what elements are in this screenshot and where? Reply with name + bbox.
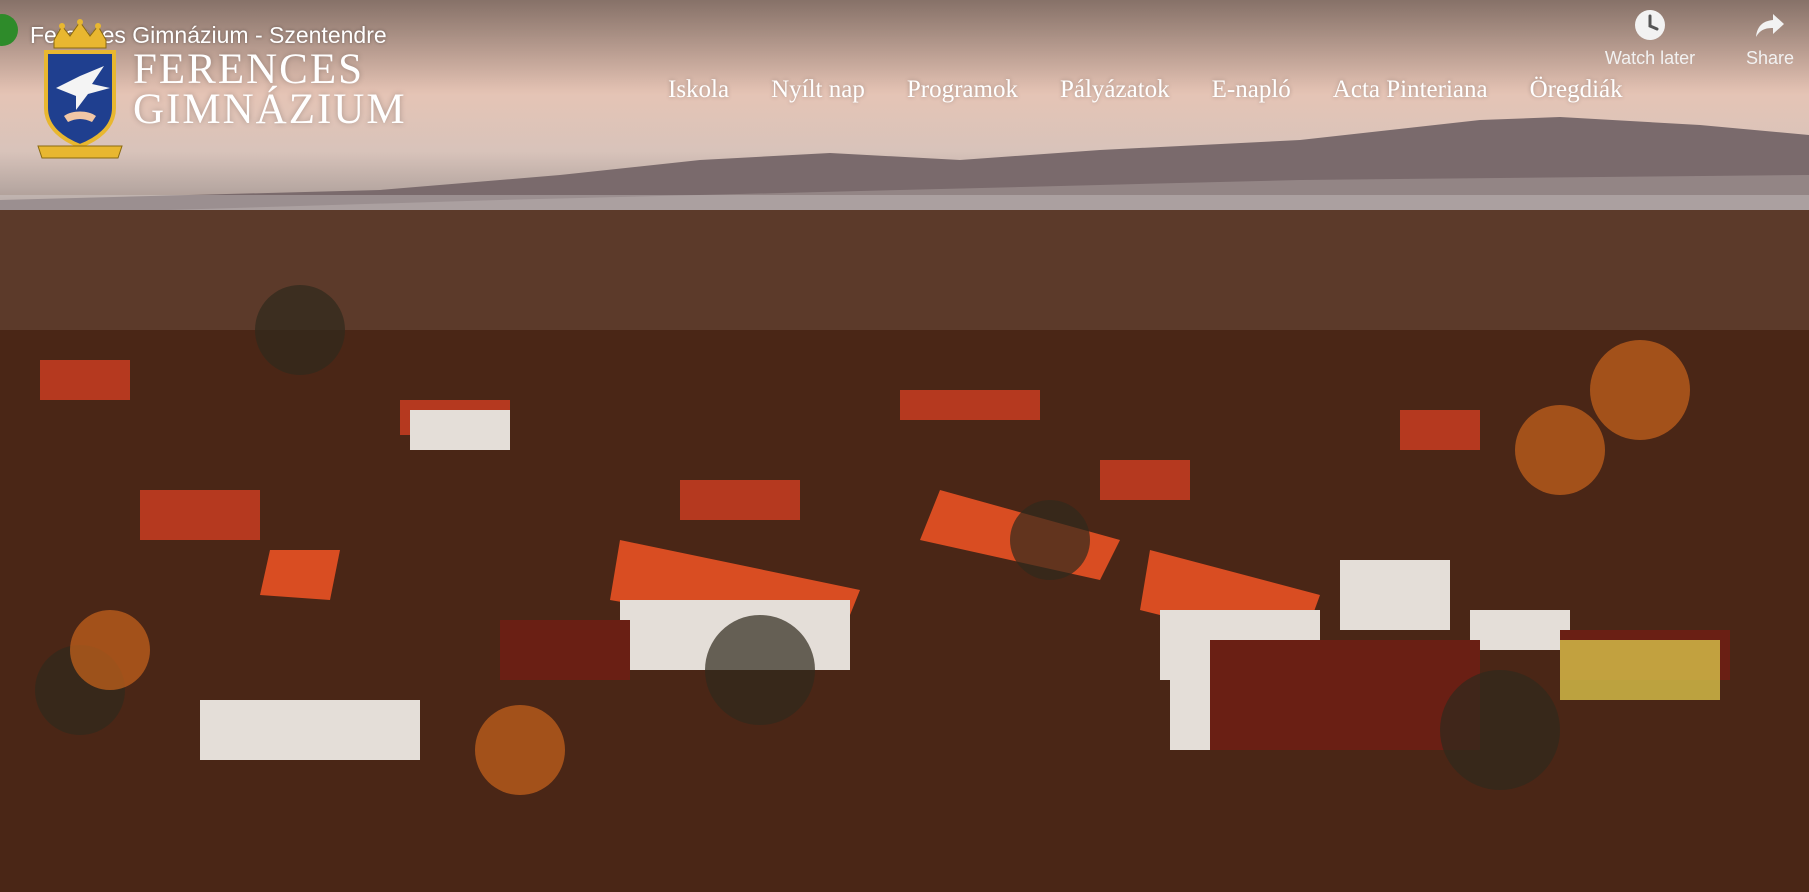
nav-e-naplo[interactable]: E-napló bbox=[1212, 76, 1291, 104]
share-label: Share bbox=[1745, 48, 1795, 68]
town-aerial-view bbox=[0, 210, 1809, 892]
nav-oregdiak[interactable]: Öregdiák bbox=[1530, 76, 1623, 104]
crest-logo[interactable] bbox=[32, 18, 128, 168]
site-nav: Iskola Nyílt nap Programok Pályázatok E-… bbox=[668, 76, 1665, 104]
video-player[interactable]: Ferences Gimnázium - Szentendre Watch la… bbox=[0, 0, 1809, 892]
brand-line-1: FERENCES bbox=[133, 46, 365, 93]
brand-line-2: GIMNÁZIUM bbox=[133, 86, 407, 133]
nav-iskola[interactable]: Iskola bbox=[668, 76, 729, 104]
nav-acta-pinteriana[interactable]: Acta Pinteriana bbox=[1333, 76, 1488, 104]
nav-programok[interactable]: Programok bbox=[907, 76, 1018, 104]
clock-icon bbox=[1635, 10, 1665, 40]
nav-nyilt-nap[interactable]: Nyílt nap bbox=[771, 76, 865, 104]
watch-later-button[interactable]: Watch later bbox=[1590, 8, 1710, 69]
nav-palyazatok[interactable]: Pályázatok bbox=[1060, 76, 1170, 104]
site-brand[interactable]: FERENCES GIMNÁZIUM bbox=[133, 46, 407, 133]
watch-later-label: Watch later bbox=[1604, 48, 1696, 68]
share-arrow-icon bbox=[1756, 14, 1784, 37]
share-button[interactable]: Share bbox=[1735, 8, 1805, 69]
